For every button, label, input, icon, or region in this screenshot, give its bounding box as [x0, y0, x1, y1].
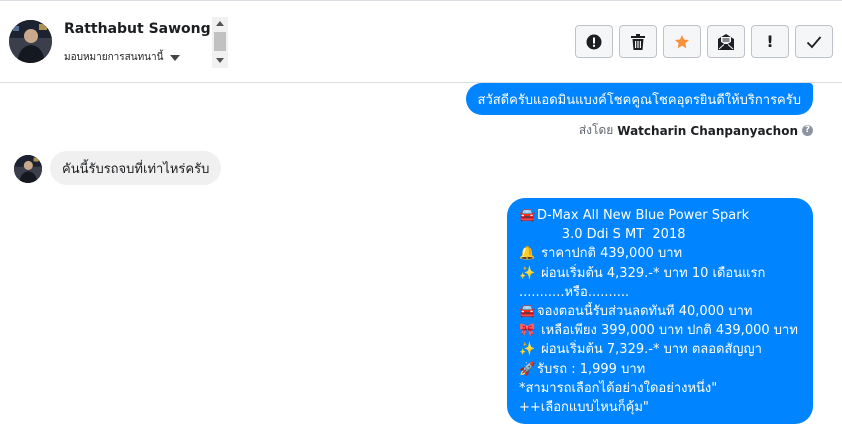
assign-conversation-dropdown[interactable]: มอบหมายการสนทนานี้ — [64, 50, 181, 65]
ribbon-icon: 🎀 — [519, 323, 536, 339]
scroll-thumb[interactable] — [214, 32, 226, 51]
offer-line: 3.0 Ddi S MT 2018 — [519, 225, 801, 244]
scrollbar[interactable] — [212, 17, 228, 68]
message-text: สวัสดีครับแอดมินแบงค์โชคคูณโชคอุดรยินดีใ… — [477, 92, 801, 108]
sparkles-icon: ✨ — [519, 265, 536, 281]
offer-line-text: ...........หรือ.......... — [519, 284, 630, 300]
caret-down-icon — [170, 54, 181, 61]
assign-conversation-label: มอบหมายการสนทนานี้ — [64, 52, 164, 63]
offer-line-text: ผ่อนเริ่มต้น 4,329.-* บาท 10 เดือนแรก — [537, 265, 766, 281]
delete-button[interactable] — [619, 25, 657, 58]
offer-line: ...........หรือ.......... — [519, 283, 801, 302]
mark-done-button[interactable] — [795, 25, 833, 58]
offer-line: ✨ ผ่อนเริ่มต้น 4,329.-* บาท 10 เดือนแรก — [519, 264, 801, 283]
sent-by-name: Watcharin Chanpanyachon — [617, 123, 798, 138]
offer-line-text: ผ่อนเริ่มต้น 7,329.-* บาท ตลอดสัญญา — [537, 342, 762, 358]
offer-line-text: จองตอนนี้รับส่วนลดทันที 40,000 บาท — [537, 304, 753, 320]
star-button[interactable] — [663, 25, 701, 58]
outgoing-message-offer[interactable]: 🚘 D-Max All New Blue Power Spark 3.0 Ddi … — [507, 198, 813, 424]
help-icon[interactable]: ? — [802, 125, 813, 136]
divider — [0, 0, 842, 1]
contact-name[interactable]: Ratthabut Sawongnam — [64, 21, 211, 37]
offer-line: *สามารถเลือกได้อย่างใดอย่างหนึ่ง" — [519, 379, 801, 398]
bell-icon: 🔔 — [519, 246, 536, 262]
mail-icon — [718, 33, 734, 50]
offer-line: 🎀 เหลือเพียง 399,000 บาท ปกติ 439,000 บา… — [519, 321, 801, 340]
incoming-message-question[interactable]: คันนี้รับรถจบที่เท่าไหร่ครับ — [50, 151, 222, 185]
sparkles-icon: ✨ — [519, 342, 536, 358]
offer-line-text: ++เลือกแบบไหนก็คุ้ม" — [519, 400, 649, 416]
sent-by-prefix: ส่งโดย — [578, 123, 614, 137]
offer-line: 🔔 ราคาปกติ 439,000 บาท — [519, 244, 801, 263]
offer-line: ++เลือกแบบไหนก็คุ้ม" — [519, 398, 801, 417]
car-icon: 🚘 — [519, 304, 536, 320]
car-icon: 🚘 — [519, 208, 536, 223]
offer-line-text: *สามารถเลือกได้อย่างใดอย่างหนึ่ง" — [519, 380, 718, 396]
scroll-up-arrow-icon[interactable] — [216, 21, 224, 26]
scroll-down-arrow-icon[interactable] — [216, 58, 224, 63]
offer-line: 🚀 รับรถ : 1,999 บาท — [519, 360, 801, 379]
follow-up-button[interactable]: ! — [751, 25, 789, 58]
trash-icon — [631, 33, 645, 50]
avatar[interactable] — [9, 20, 52, 63]
conversation-header: Ratthabut Sawongnam มอบหมายการสนทนานี้ — [0, 0, 842, 83]
mark-unread-button[interactable] — [707, 25, 745, 58]
offer-line-text: รับรถ : 1,999 บาท — [537, 361, 646, 377]
offer-line: ✨ ผ่อนเริ่มต้น 7,329.-* บาท ตลอดสัญญา — [519, 340, 801, 359]
offer-line-text: D-Max All New Blue Power Spark — [537, 208, 750, 223]
offer-line-text: 3.0 Ddi S MT 2018 — [537, 227, 686, 243]
checkmark-icon — [806, 35, 822, 48]
exclamation-icon: ! — [766, 32, 774, 51]
message-text: คันนี้รับรถจบที่เท่าไหร่ครับ — [62, 161, 210, 177]
rocket-icon: 🚀 — [519, 361, 536, 377]
offer-line: 🚘 จองตอนนี้รับส่วนลดทันที 40,000 บาท — [519, 302, 801, 321]
outgoing-message-greeting[interactable]: สวัสดีครับแอดมินแบงค์โชคคูณโชคอุดรยินดีใ… — [465, 83, 813, 115]
offer-line: 🚘 D-Max All New Blue Power Spark — [519, 206, 801, 225]
sent-by-label: ส่งโดย Watcharin Chanpanyachon ? — [579, 121, 813, 140]
customer-avatar[interactable] — [14, 155, 42, 183]
offer-line-text: ราคาปกติ 439,000 บาท — [537, 246, 683, 262]
offer-line-text: เหลือเพียง 399,000 บาท ปกติ 439,000 บาท — [537, 323, 798, 339]
conversation-toolbar: ! — [575, 25, 833, 58]
mark-spam-button[interactable] — [575, 25, 613, 58]
alert-circle-icon — [586, 34, 602, 49]
star-icon — [675, 34, 689, 48]
